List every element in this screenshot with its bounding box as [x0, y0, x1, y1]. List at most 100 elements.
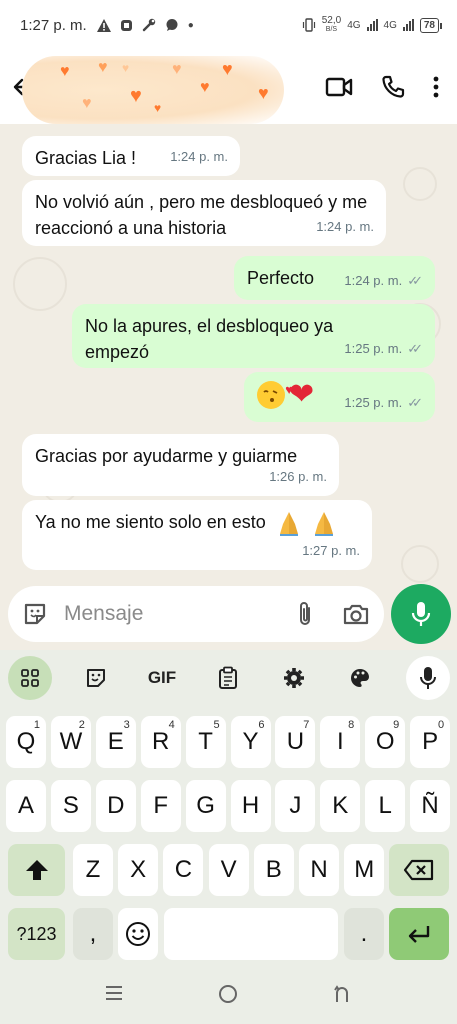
message-outgoing[interactable]: ❤ 1:25 p. m.✓✓ [244, 372, 435, 422]
message-time: 1:24 p. m. [170, 149, 228, 164]
message-input[interactable]: Mensaje [64, 602, 143, 626]
message-incoming[interactable]: Gracias por ayudarme y guiarme 1:26 p. m… [22, 434, 339, 496]
redacted-contact-info[interactable]: ♥ ♥ ♥ ♥ ♥ ♥ ♥ ♥ ♥ ♥ [22, 56, 284, 124]
settings-gear-icon[interactable] [272, 656, 316, 700]
back-icon[interactable] [332, 984, 352, 1004]
apps-grid-icon[interactable] [8, 656, 52, 700]
key-number-hint: 4 [168, 719, 175, 731]
home-icon[interactable] [218, 984, 238, 1004]
message-incoming[interactable]: Ya no me siento solo en esto 1:27 p. m. [22, 500, 372, 570]
camera-icon[interactable] [342, 602, 370, 626]
read-receipt-icon: ✓✓ [407, 341, 423, 356]
key[interactable]: L [365, 780, 406, 832]
phone-call-icon[interactable] [381, 75, 405, 99]
key[interactable]: A [6, 780, 46, 832]
backspace-icon [403, 859, 434, 881]
message-text: Gracias Lia ! [35, 148, 137, 168]
key[interactable]: R4 [140, 716, 181, 768]
key-number-hint: 7 [303, 719, 310, 731]
key[interactable]: J [275, 780, 316, 832]
video-call-icon[interactable] [325, 76, 353, 98]
key[interactable]: B [253, 844, 294, 896]
message-time: 1:27 p. m. [302, 543, 360, 558]
sticker-icon[interactable] [22, 601, 48, 627]
theme-palette-icon[interactable] [338, 656, 382, 700]
message-meta: 1:24 p. m. ✓✓ [344, 268, 423, 294]
message-outgoing[interactable]: No la apures, el desbloqueo ya empezó 1:… [72, 304, 435, 368]
message-list[interactable]: Gracias Lia ! 1:24 p. m. No volvió aún ,… [0, 124, 457, 590]
face-blowing-kiss-emoji [257, 377, 293, 410]
clipboard-icon[interactable] [206, 656, 250, 700]
message-outgoing[interactable]: Perfecto 1:24 p. m. ✓✓ [234, 256, 435, 300]
key-number-hint: 8 [348, 719, 355, 731]
key-letter: T [198, 728, 213, 755]
key[interactable]: O9 [365, 716, 406, 768]
network-speed-unit: B/S [325, 26, 338, 33]
network-type-1: 4G [347, 19, 361, 31]
more-notifications-dot: ● [187, 19, 194, 31]
more-options-icon[interactable] [433, 76, 439, 98]
key[interactable]: Q1 [6, 716, 46, 768]
key[interactable]: D [95, 780, 136, 832]
message-text: Gracias por ayudarme y guiarme [35, 446, 298, 466]
key[interactable]: M [344, 844, 385, 896]
key-number-hint: 2 [78, 719, 85, 731]
space-bar[interactable] [164, 908, 338, 960]
comma-key[interactable]: , [73, 908, 113, 960]
message-incoming[interactable]: No volvió aún , pero me desbloqueó y me … [22, 180, 386, 246]
message-incoming[interactable]: Gracias Lia ! 1:24 p. m. [22, 136, 240, 176]
attach-icon[interactable] [296, 600, 314, 628]
battery-icon: 78 [419, 17, 443, 33]
key-number-hint: 9 [393, 719, 400, 731]
key[interactable]: T5 [185, 716, 226, 768]
read-receipt-icon: ✓✓ [407, 273, 423, 288]
period-key[interactable]: . [344, 908, 384, 960]
key[interactable]: V [208, 844, 249, 896]
emoji-key[interactable] [118, 908, 158, 960]
key[interactable]: Z [73, 844, 113, 896]
chat-bubble-icon [166, 19, 178, 31]
network-speed-value: 52,0 [321, 15, 342, 26]
gif-button[interactable]: GIF [140, 656, 184, 700]
enter-key[interactable] [389, 908, 449, 960]
signal-strength-icon [366, 19, 378, 31]
keyboard-toolbar: GIF [0, 650, 457, 706]
key[interactable]: H [230, 780, 271, 832]
key[interactable]: X [118, 844, 159, 896]
shift-key[interactable] [8, 844, 65, 896]
key[interactable]: C [163, 844, 204, 896]
key[interactable]: F [140, 780, 181, 832]
message-text: Ya no me siento solo en esto [35, 512, 266, 532]
key[interactable]: N [299, 844, 339, 896]
key[interactable]: I8 [320, 716, 361, 768]
sticker-icon[interactable] [74, 656, 118, 700]
status-bar: 1:27 p. m. ● 52,0 B/S 4G 4G 78 [0, 0, 457, 50]
microphone-icon [411, 602, 431, 626]
key[interactable]: E3 [95, 716, 136, 768]
key[interactable]: Ñ [410, 780, 451, 832]
backspace-key[interactable] [389, 844, 449, 896]
key[interactable]: G [185, 780, 226, 832]
symbols-key[interactable]: ?123 [8, 908, 65, 960]
key[interactable]: P0 [410, 716, 451, 768]
message-meta: 1:25 p. m. ✓✓ [344, 336, 423, 362]
key[interactable]: U7 [275, 716, 316, 768]
key[interactable]: S [50, 780, 91, 832]
key[interactable]: W2 [50, 716, 91, 768]
key[interactable]: Y6 [230, 716, 271, 768]
message-meta: 1:24 p. m. [170, 144, 228, 170]
notification-icons: ● [96, 18, 194, 32]
key-number-hint: 0 [437, 719, 445, 731]
recent-apps-icon[interactable] [104, 984, 124, 1002]
key[interactable]: K [320, 780, 361, 832]
key-letter: U [286, 728, 305, 755]
message-composer[interactable]: Mensaje [8, 586, 384, 642]
key-letter: I [336, 728, 344, 755]
message-time: 1:24 p. m. [344, 273, 403, 288]
message-time: 1:25 p. m. [344, 395, 403, 410]
voice-input-icon[interactable] [406, 656, 450, 700]
voice-message-button[interactable] [391, 584, 451, 644]
key-letter: P [422, 728, 439, 755]
message-meta: 1:25 p. m. ✓✓ [344, 390, 423, 416]
key-letter: W [59, 728, 83, 755]
